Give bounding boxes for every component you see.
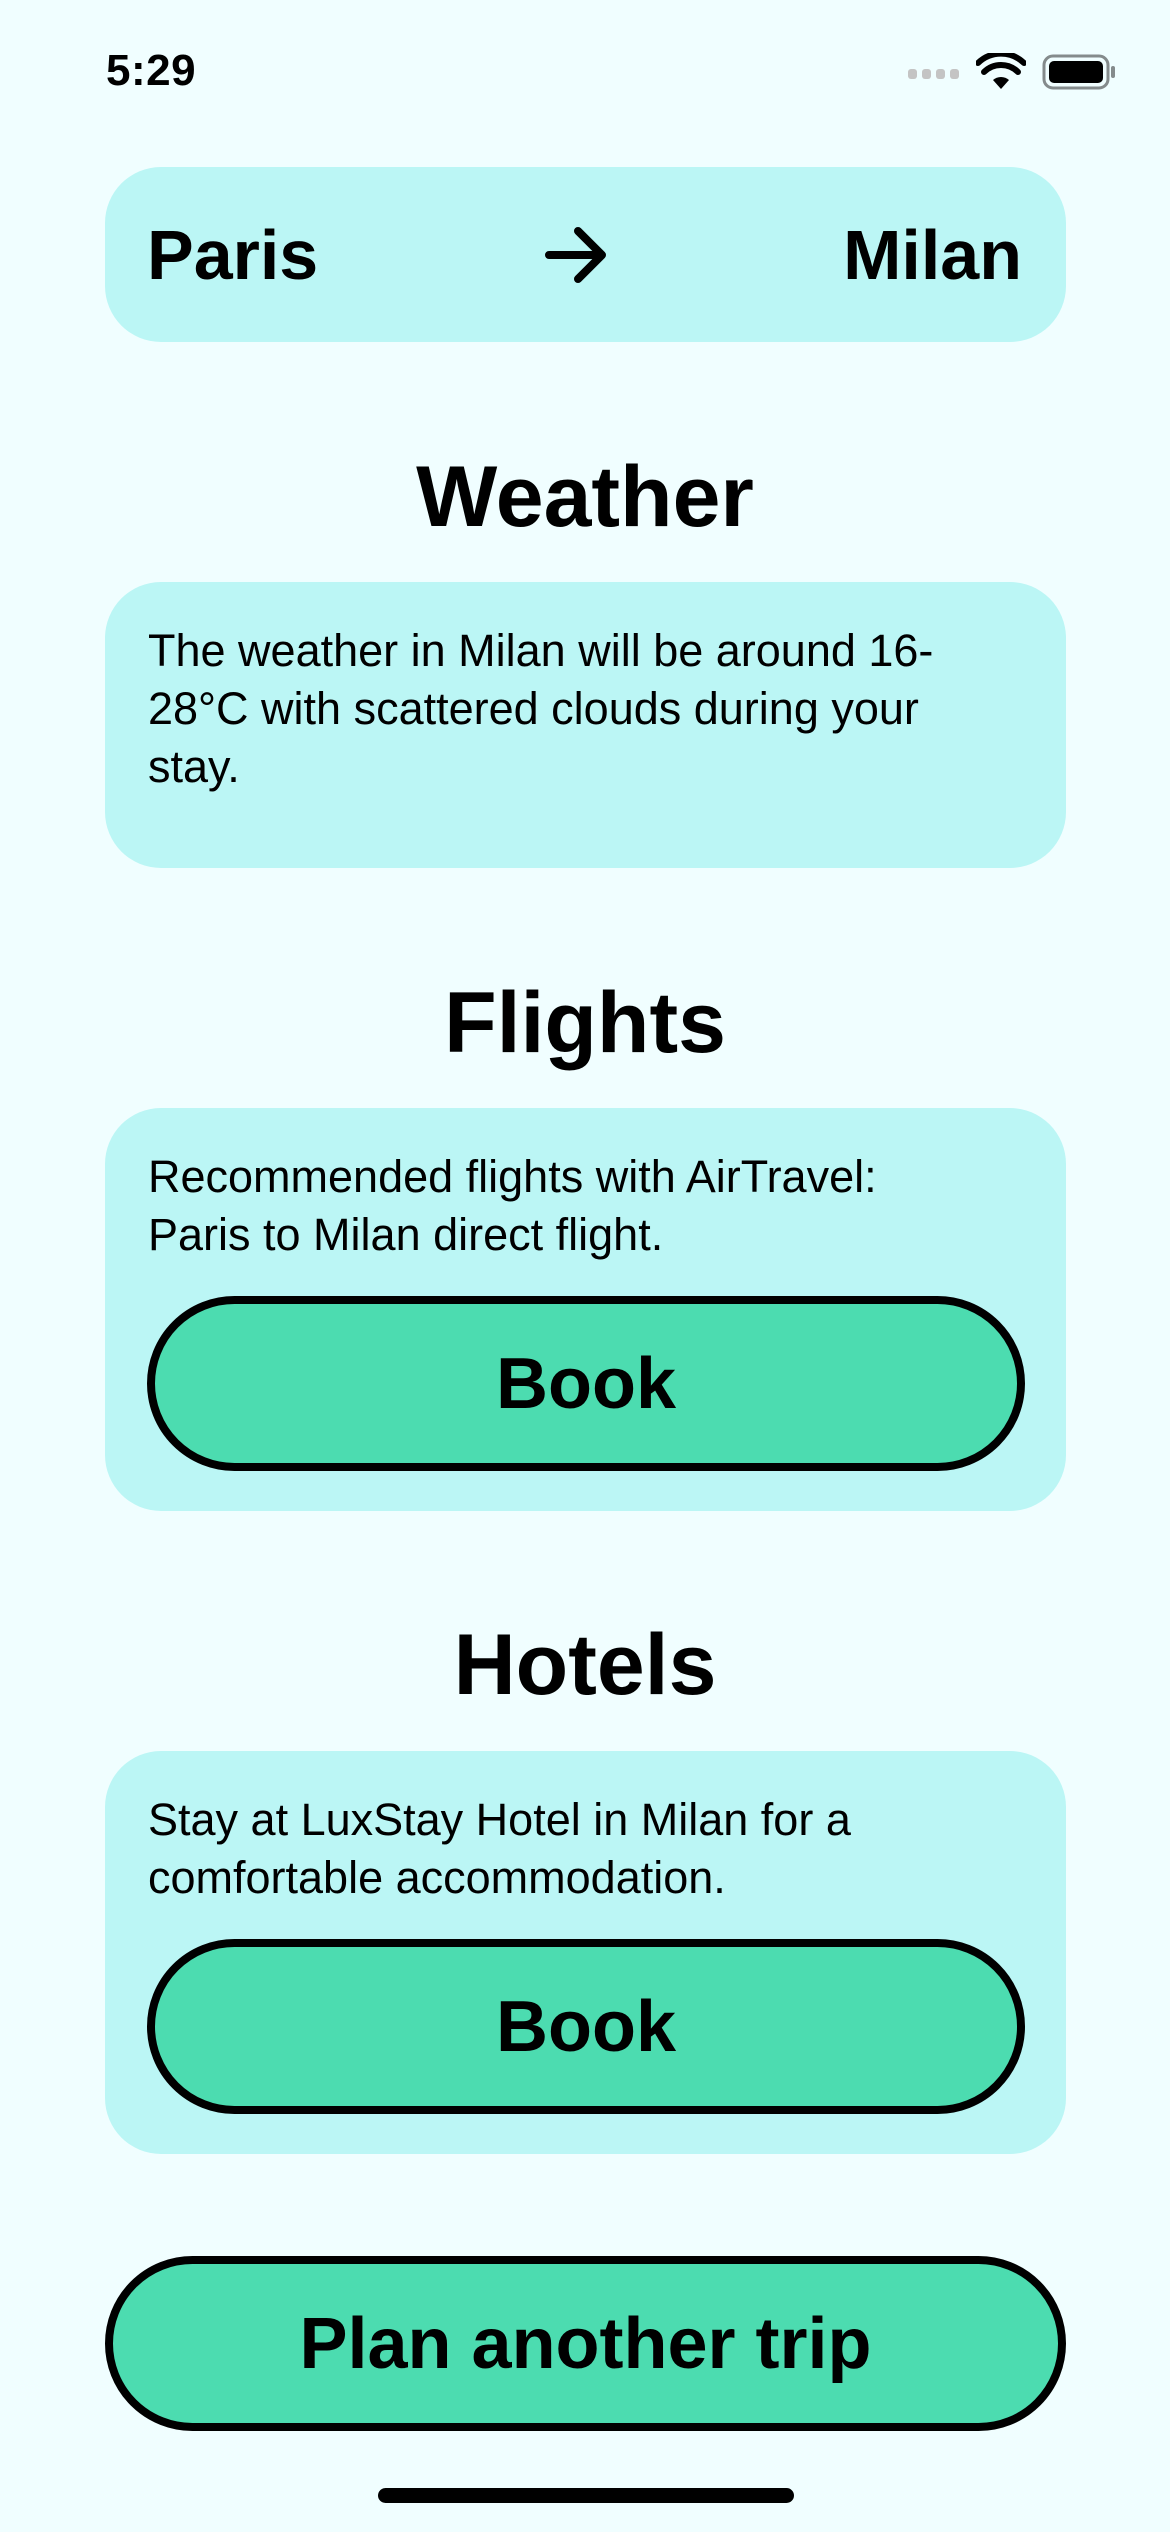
wifi-icon bbox=[975, 50, 1027, 96]
book-flight-button[interactable]: Book bbox=[147, 1296, 1025, 1471]
status-time: 5:29 bbox=[106, 46, 197, 95]
route-card: Paris Milan bbox=[105, 167, 1066, 342]
origin-city: Paris bbox=[147, 215, 319, 294]
arrow-right-icon bbox=[545, 226, 609, 284]
book-hotel-button[interactable]: Book bbox=[147, 1939, 1025, 2114]
hotels-heading: Hotels bbox=[453, 1617, 717, 1713]
weather-description: The weather in Milan will be around 16-2… bbox=[148, 625, 934, 792]
hotels-card: Stay at LuxStay Hotel in Milan for a com… bbox=[105, 1751, 1066, 2154]
home-indicator[interactable] bbox=[378, 2488, 794, 2503]
flights-heading: Flights bbox=[444, 975, 726, 1071]
destination-city: Milan bbox=[843, 215, 1022, 294]
cellular-signal-icon bbox=[908, 65, 960, 84]
weather-card: The weather in Milan will be around 16-2… bbox=[105, 582, 1066, 868]
flights-card: Recommended flights with AirTravel: Pari… bbox=[105, 1108, 1066, 1511]
plan-another-trip-button[interactable]: Plan another trip bbox=[105, 2256, 1066, 2431]
battery-icon bbox=[1042, 54, 1116, 95]
weather-heading: Weather bbox=[416, 449, 754, 545]
flights-description: Recommended flights with AirTravel: Pari… bbox=[148, 1151, 877, 1260]
hotels-description: Stay at LuxStay Hotel in Milan for a com… bbox=[148, 1794, 851, 1903]
status-bar: 5:29 bbox=[0, 0, 1170, 150]
status-icons bbox=[908, 50, 1116, 96]
